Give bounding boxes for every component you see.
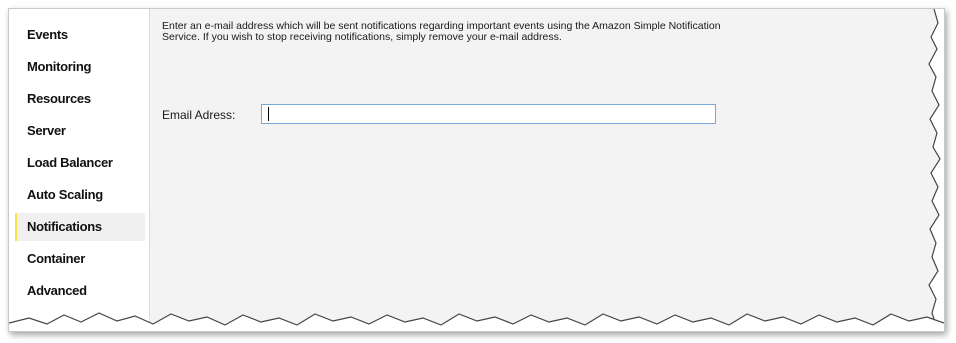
sidebar-item-events[interactable]: Events [15, 21, 145, 49]
email-field[interactable] [261, 104, 716, 124]
torn-edge-right [928, 9, 944, 331]
sidebar-item-server[interactable]: Server [15, 117, 145, 145]
sidebar-item-load-balancer[interactable]: Load Balancer [15, 149, 145, 177]
text-caret [268, 107, 269, 121]
sidebar: Events Monitoring Resources Server Load … [9, 9, 149, 331]
sidebar-item-advanced[interactable]: Advanced [15, 277, 145, 305]
sidebar-item-monitoring[interactable]: Monitoring [15, 53, 145, 81]
torn-edge-bottom [9, 312, 944, 331]
email-label: Email Adress: [162, 108, 236, 122]
sidebar-item-notifications[interactable]: Notifications [15, 213, 145, 241]
sidebar-item-resources[interactable]: Resources [15, 85, 145, 113]
notifications-description: Enter an e-mail address which will be se… [162, 20, 721, 43]
sidebar-item-container[interactable]: Container [15, 245, 145, 273]
notifications-content: Enter an e-mail address which will be se… [150, 9, 944, 331]
sidebar-item-auto-scaling[interactable]: Auto Scaling [15, 181, 145, 209]
notifications-panel: Events Monitoring Resources Server Load … [8, 8, 945, 332]
